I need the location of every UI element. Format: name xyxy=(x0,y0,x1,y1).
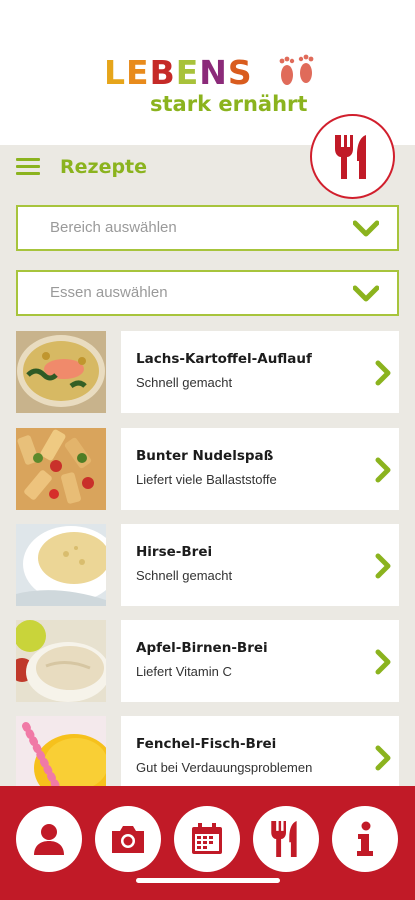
logo-letter: E xyxy=(175,53,200,92)
recipe-subtitle: Schnell gemacht xyxy=(136,375,233,390)
recipe-title: Lachs-Kartoffel-Auflauf xyxy=(136,351,312,367)
nav-recipes-button[interactable] xyxy=(253,806,319,872)
recipe-image xyxy=(16,620,106,702)
chevron-down-icon xyxy=(353,220,379,237)
recipe-item-apfel-birnen-brei[interactable]: Apfel-Birnen-Brei Liefert Vitamin C xyxy=(16,620,399,702)
recipe-card[interactable]: Apfel-Birnen-Brei Liefert Vitamin C xyxy=(121,620,399,702)
chevron-right-icon xyxy=(375,457,391,483)
footprints-icon xyxy=(279,54,314,85)
page-title: Rezepte xyxy=(60,156,148,178)
nav-camera-button[interactable] xyxy=(95,806,161,872)
recipe-card[interactable]: Lachs-Kartoffel-Auflauf Schnell gemacht xyxy=(121,331,399,413)
recipe-card[interactable]: Hirse-Brei Schnell gemacht xyxy=(121,524,399,606)
meal-select[interactable]: Essen auswählen xyxy=(16,270,399,316)
recipe-card[interactable]: Bunter Nudelspaß Liefert viele Ballastst… xyxy=(121,428,399,510)
fork-knife-icon xyxy=(334,134,366,179)
nav-calendar-button[interactable] xyxy=(174,806,240,872)
info-icon xyxy=(357,821,373,856)
logo-letter: N xyxy=(199,53,228,92)
recipe-title: Bunter Nudelspaß xyxy=(136,448,274,464)
recipe-image xyxy=(16,331,106,413)
area-select[interactable]: Bereich auswählen xyxy=(16,205,399,251)
chevron-down-icon xyxy=(353,285,379,302)
chevron-right-icon xyxy=(375,360,391,386)
chevron-right-icon xyxy=(375,649,391,675)
fork-knife-icon xyxy=(271,821,297,857)
nav-profile-button[interactable] xyxy=(16,806,82,872)
recipe-subtitle: Liefert viele Ballaststoffe xyxy=(136,472,277,487)
recipes-badge-button[interactable] xyxy=(310,114,395,199)
area-select-placeholder: Bereich auswählen xyxy=(50,219,177,236)
logo-letter: E xyxy=(126,53,150,92)
bottom-navigation xyxy=(0,786,415,900)
camera-icon xyxy=(112,826,144,853)
logo-letter: B xyxy=(149,53,176,92)
recipe-subtitle: Liefert Vitamin C xyxy=(136,664,232,679)
recipe-item-hirse-brei[interactable]: Hirse-Brei Schnell gemacht xyxy=(16,524,399,606)
logo-letter: S xyxy=(227,53,253,92)
home-indicator xyxy=(136,878,280,883)
recipe-image xyxy=(16,428,106,510)
recipe-title: Apfel-Birnen-Brei xyxy=(136,640,268,656)
recipe-item-lachs-kartoffel-auflauf[interactable]: Lachs-Kartoffel-Auflauf Schnell gemacht xyxy=(16,331,399,413)
recipe-subtitle: Gut bei Verdauungsproblemen xyxy=(136,760,313,775)
recipe-item-bunter-nudelspass[interactable]: Bunter Nudelspaß Liefert viele Ballastst… xyxy=(16,428,399,510)
meal-select-placeholder: Essen auswählen xyxy=(50,284,168,301)
chevron-right-icon xyxy=(375,745,391,771)
recipe-title: Hirse-Brei xyxy=(136,544,213,560)
recipe-subtitle: Schnell gemacht xyxy=(136,568,233,583)
recipe-image xyxy=(16,524,106,606)
logo-letter: L xyxy=(104,53,127,92)
logo-wordmark: LEBENS xyxy=(104,56,253,90)
chevron-right-icon xyxy=(375,553,391,579)
calendar-icon xyxy=(192,823,222,854)
profile-icon xyxy=(34,824,64,855)
nav-info-button[interactable] xyxy=(332,806,398,872)
hamburger-icon[interactable] xyxy=(16,158,40,176)
lebensstark-logo: LEBENS stark ernährt xyxy=(0,50,415,120)
recipe-title: Fenchel-Fisch-Brei xyxy=(136,736,277,752)
logo-subtitle: stark ernährt xyxy=(150,92,308,116)
